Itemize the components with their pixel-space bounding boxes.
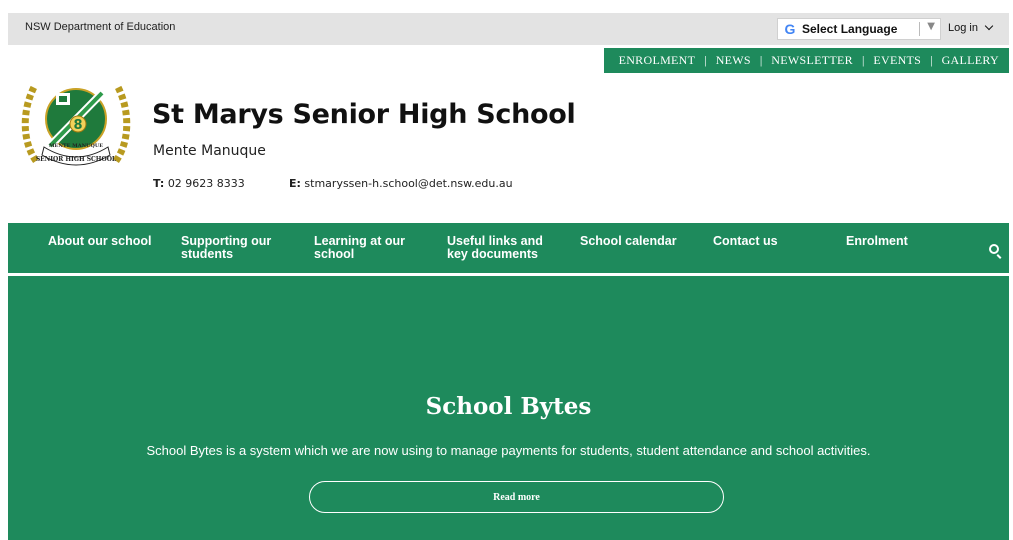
nav-useful-links[interactable]: Useful links and key documents (447, 235, 559, 261)
quick-links-bar: ENROLMENT | NEWS | NEWSLETTER | EVENTS |… (604, 48, 1009, 73)
quick-link-events[interactable]: EVENTS (873, 53, 921, 68)
language-label: Select Language (802, 22, 898, 36)
school-logo[interactable]: 8 MENTE MANUQUE SENIOR HIGH SCHOOL (20, 71, 132, 177)
page-frame: NSW Department of Education G Select Lan… (8, 13, 1009, 540)
dropdown-arrow-icon: ▼ (927, 21, 935, 32)
login-button[interactable]: Log in (948, 21, 994, 34)
language-selector[interactable]: G Select Language ▼ (777, 18, 941, 40)
phone-contact: T: 02 9623 8333 (153, 177, 245, 190)
login-label: Log in (948, 22, 978, 34)
google-icon: G (784, 21, 796, 37)
top-bar: NSW Department of Education G Select Lan… (8, 13, 1009, 45)
hero-title: School Bytes (425, 393, 592, 420)
language-divider (919, 22, 920, 36)
hero-description: School Bytes is a system which we are no… (146, 443, 871, 458)
quick-link-enrolment[interactable]: ENROLMENT (619, 53, 696, 68)
quick-link-newsletter[interactable]: NEWSLETTER (771, 53, 853, 68)
school-name[interactable]: St Marys Senior High School (152, 99, 576, 130)
quick-link-separator: | (704, 53, 707, 67)
nav-school-calendar[interactable]: School calendar (580, 235, 677, 248)
nav-learning-at-our-school[interactable]: Learning at our school (314, 235, 424, 261)
department-link[interactable]: NSW Department of Education (25, 21, 175, 33)
nav-about-our-school[interactable]: About our school (48, 235, 151, 248)
quick-link-separator: | (930, 53, 933, 67)
search-icon[interactable] (989, 244, 999, 254)
logo-number: 8 (73, 118, 82, 133)
chevron-down-icon (984, 21, 994, 31)
main-navigation: About our school Supporting our students… (8, 223, 1009, 273)
school-motto: Mente Manuque (153, 143, 266, 159)
nav-enrolment[interactable]: Enrolment (846, 235, 908, 248)
nav-contact-us[interactable]: Contact us (713, 235, 778, 248)
email-label: E: (289, 177, 301, 190)
phone-number[interactable]: 02 9623 8333 (168, 177, 245, 190)
email-contact: E: stmaryssen-h.school@det.nsw.edu.au (289, 177, 513, 190)
logo-school-text: SENIOR HIGH SCHOOL (36, 156, 117, 163)
phone-label: T: (153, 177, 165, 190)
logo-motto-text: MENTE MANUQUE (49, 143, 103, 149)
quick-link-separator: | (759, 53, 763, 67)
email-address[interactable]: stmaryssen-h.school@det.nsw.edu.au (304, 177, 512, 190)
hero-banner: School Bytes School Bytes is a system wh… (8, 276, 1009, 540)
nav-supporting-our-students[interactable]: Supporting our students (181, 235, 291, 261)
quick-link-gallery[interactable]: GALLERY (942, 53, 999, 68)
quick-link-separator: | (861, 53, 865, 67)
quick-link-news[interactable]: NEWS (716, 53, 751, 68)
read-more-button[interactable]: Read more (309, 481, 724, 513)
